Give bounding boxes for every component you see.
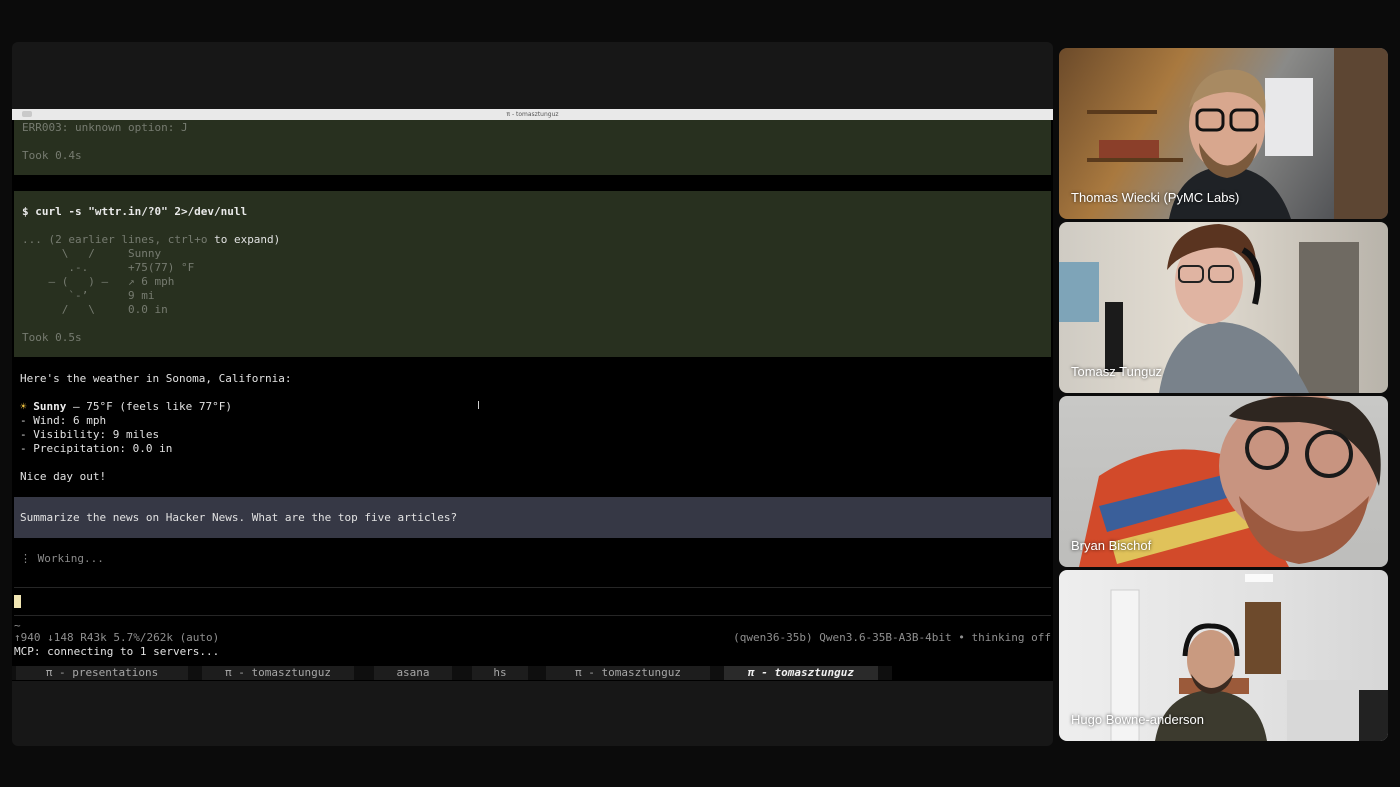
response-condition: ☀ Sunny — 75°F (feels like 77°F)	[20, 400, 232, 414]
model-status: (qwen36-35b) Qwen3.6-35B-A3B-4bit • thin…	[733, 631, 1051, 644]
ascii-line-5: / \ 0.0 in	[22, 303, 168, 316]
response-wind: - Wind: 6 mph	[20, 414, 107, 427]
input-bottom-border	[14, 615, 1051, 616]
tool-call-block: $ curl -s "wttr.in/?0" 2>/dev/null ... (…	[14, 191, 1051, 357]
ascii-line-2: .-. +75(77) °F	[22, 261, 195, 274]
working-indicator: ⋮ Working...	[20, 552, 104, 566]
participant-name: Thomas Wiecki (PyMC Labs)	[1071, 190, 1240, 205]
spinner-icon: ⋮	[20, 552, 31, 565]
ascii-line-3: ― ( ) ― ↗ 6 mph	[22, 275, 175, 288]
window-title: π - tomasztunguz	[506, 111, 559, 118]
sun-icon: ☀	[20, 400, 27, 413]
participant-tile[interactable]: Bryan Bischof	[1059, 396, 1388, 567]
input-cursor[interactable]	[14, 595, 21, 608]
terminal-window[interactable]: π - tomasztunguz ERR003: unknown option:…	[12, 109, 1053, 681]
earlier-lines-hint[interactable]: ... (2 earlier lines, ctrl+o to expand)	[22, 233, 280, 247]
token-stats: ↑940 ↓148 R43k 5.7%/262k (auto)	[14, 631, 220, 644]
mcp-status: MCP: connecting to 1 servers...	[14, 645, 220, 658]
tab-asana[interactable]: asana	[374, 666, 452, 680]
condition-label: Sunny	[33, 400, 67, 413]
earlier-prefix: ... (2 earlier lines,	[22, 233, 168, 246]
user-message-text: Summarize the news on Hacker News. What …	[20, 511, 458, 524]
terminal-titlebar: π - tomasztunguz	[12, 109, 1053, 120]
tab-tomasztunguz-2[interactable]: π - tomasztunguz	[546, 666, 710, 680]
working-text: Working...	[37, 552, 104, 565]
tab-tomasztunguz-1[interactable]: π - tomasztunguz	[202, 666, 354, 680]
response-closing: Nice day out!	[20, 470, 107, 483]
response-intro: Here's the weather in Sonoma, California…	[20, 372, 292, 385]
took-line: Took 0.5s	[22, 331, 82, 344]
tab-hs[interactable]: hs	[472, 666, 528, 680]
text-cursor-icon	[478, 401, 479, 409]
tmux-tab-bar: π - presentations π - tomasztunguz asana…	[12, 666, 892, 680]
screen-share: π - tomasztunguz ERR003: unknown option:…	[12, 42, 1053, 746]
error-line: ERR003: unknown option: J	[22, 121, 188, 134]
expand-key: ctrl+o	[167, 233, 208, 246]
participant-name: Bryan Bischof	[1071, 538, 1152, 553]
condition-detail: — 75°F (feels like 77°F)	[66, 400, 232, 413]
took-line: Took 0.4s	[22, 149, 82, 162]
curl-command: $ curl -s "wttr.in/?0" 2>/dev/null	[22, 205, 248, 218]
participant-name: Tomasz Tunguz	[1071, 364, 1163, 379]
user-message: Summarize the news on Hacker News. What …	[14, 497, 1051, 538]
ascii-line-1: \ / Sunny	[22, 247, 162, 260]
tab-tomasztunguz-active[interactable]: π - tomasztunguz	[724, 666, 878, 680]
tab-presentations[interactable]: π - presentations	[16, 666, 188, 680]
participant-tile[interactable]: Thomas Wiecki (PyMC Labs)	[1059, 48, 1388, 219]
response-visibility: - Visibility: 9 miles	[20, 428, 160, 441]
participant-name: Hugo Bowne-anderson	[1071, 712, 1204, 727]
input-top-border	[14, 587, 1051, 588]
earlier-suffix: to expand)	[207, 233, 281, 246]
tool-output-block: ERR003: unknown option: J Took 0.4s	[14, 120, 1051, 175]
participant-tile[interactable]: Hugo Bowne-anderson	[1059, 570, 1388, 741]
ascii-line-4: `-’ 9 mi	[22, 289, 155, 302]
participant-tile[interactable]: Tomasz Tunguz	[1059, 222, 1388, 393]
response-precipitation: - Precipitation: 0.0 in	[20, 442, 173, 455]
